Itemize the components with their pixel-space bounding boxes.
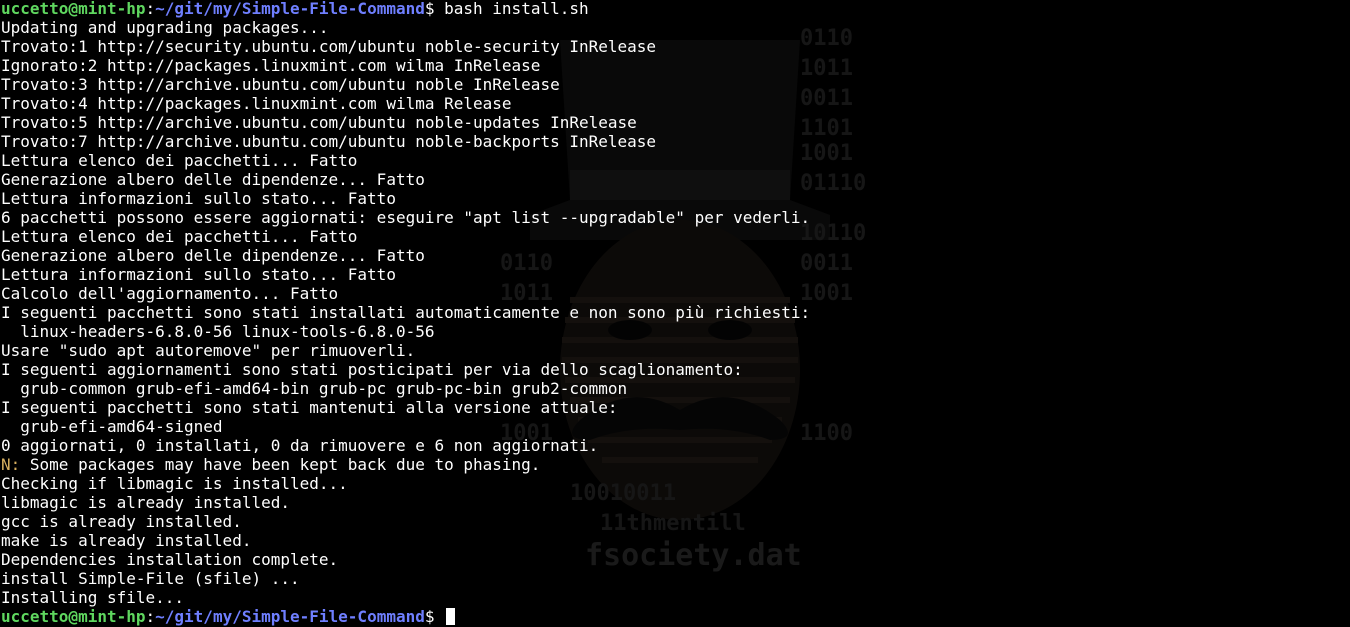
prompt-line-current[interactable]: uccetto@mint-hp:~/git/my/Simple-File-Com…: [1, 607, 810, 626]
command-text: bash install.sh: [444, 0, 589, 18]
output-line: linux-headers-6.8.0-56 linux-tools-6.8.0…: [1, 322, 435, 341]
output-line: Generazione albero delle dipendenze... F…: [1, 170, 425, 189]
output-line: libmagic is already installed.: [1, 493, 290, 512]
terminal-output: uccetto@mint-hp:~/git/my/Simple-File-Com…: [1, 0, 810, 626]
output-line: Trovato:1 http://security.ubuntu.com/ubu…: [1, 37, 657, 56]
output-line: make is already installed.: [1, 531, 252, 550]
notice-text: Some packages may have been kept back du…: [20, 455, 541, 474]
output-line: Ignorato:2 http://packages.linuxmint.com…: [1, 56, 541, 75]
output-line: Usare "sudo apt autoremove" per rimuover…: [1, 341, 416, 360]
prompt-colon: :: [145, 607, 156, 626]
output-line: gcc is already installed.: [1, 512, 242, 531]
output-line: Lettura elenco dei pacchetti... Fatto: [1, 227, 358, 246]
prompt-user-host: uccetto@mint-hp: [1, 607, 146, 626]
prompt-colon: :: [145, 0, 156, 18]
prompt-line: uccetto@mint-hp:~/git/my/Simple-File-Com…: [1, 0, 810, 18]
output-line: Trovato:4 http://packages.linuxmint.com …: [1, 94, 512, 113]
output-line: I seguenti pacchetti sono stati installa…: [1, 303, 811, 322]
output-line: Dependencies installation complete.: [1, 550, 339, 569]
output-line: Generazione albero delle dipendenze... F…: [1, 246, 425, 265]
output-line: Trovato:7 http://archive.ubuntu.com/ubun…: [1, 132, 657, 151]
prompt-path: ~/git/my/Simple-File-Command: [155, 607, 425, 626]
output-line: I seguenti aggiornamenti sono stati post…: [1, 360, 743, 379]
output-line: Checking if libmagic is installed...: [1, 474, 348, 493]
notice-line: N: Some packages may have been kept back…: [1, 455, 810, 474]
output-line: grub-efi-amd64-signed: [1, 417, 223, 436]
output-line: Calcolo dell'aggiornamento... Fatto: [1, 284, 339, 303]
terminal-window[interactable]: 0110 1011 0011 1101 1001 01110 10110 001…: [0, 0, 1350, 627]
output-line: Trovato:5 http://archive.ubuntu.com/ubun…: [1, 113, 637, 132]
prompt-user-host: uccetto@mint-hp: [1, 0, 146, 18]
output-line: I seguenti pacchetti sono stati mantenut…: [1, 398, 618, 417]
output-line: 6 pacchetti possono essere aggiornati: e…: [1, 208, 811, 227]
output-line: Trovato:3 http://archive.ubuntu.com/ubun…: [1, 75, 560, 94]
prompt-path: ~/git/my/Simple-File-Command: [155, 0, 425, 18]
prompt-symbol: $: [424, 0, 445, 18]
output-line: Installing sfile...: [1, 588, 185, 607]
output-line: Lettura informazioni sullo stato... Fatt…: [1, 265, 396, 284]
output-line: grub-common grub-efi-amd64-bin grub-pc g…: [1, 379, 628, 398]
output-line: install Simple-File (sfile) ...: [1, 569, 300, 588]
output-line: Updating and upgrading packages...: [1, 18, 329, 37]
text-cursor[interactable]: [446, 608, 456, 625]
notice-prefix: N:: [1, 455, 21, 474]
prompt-symbol: $: [424, 607, 445, 626]
output-line: Lettura elenco dei pacchetti... Fatto: [1, 151, 358, 170]
output-line: Lettura informazioni sullo stato... Fatt…: [1, 189, 396, 208]
output-line: 0 aggiornati, 0 installati, 0 da rimuove…: [1, 436, 599, 455]
